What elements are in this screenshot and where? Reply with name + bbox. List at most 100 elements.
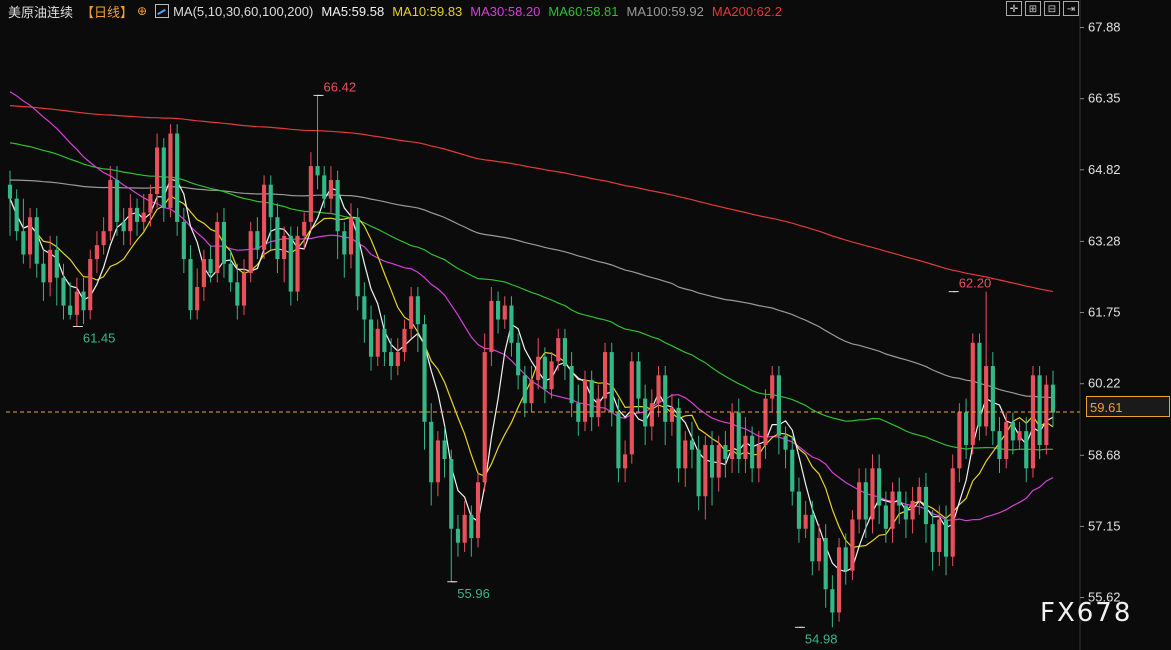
y-tick-label: 64.82 xyxy=(1088,162,1121,177)
ma100-value: MA100:59.92 xyxy=(626,3,704,19)
annotation-label: 66.42 xyxy=(324,79,357,94)
y-tick-label: 63.28 xyxy=(1088,233,1121,248)
candle-body xyxy=(34,217,39,264)
candle-body xyxy=(964,412,969,446)
candle-body xyxy=(362,296,367,320)
ma-params[interactable]: MA(5,10,30,60,100,200) xyxy=(173,4,313,19)
candle-body xyxy=(128,207,133,232)
candle-body xyxy=(663,375,668,422)
candle-body xyxy=(495,300,501,320)
candle-body xyxy=(636,361,641,399)
candle-body xyxy=(910,500,915,520)
candle-body xyxy=(970,342,975,446)
candle-body xyxy=(449,459,454,529)
candle-body xyxy=(27,217,33,255)
candle-body xyxy=(201,259,206,287)
candle-body xyxy=(950,468,955,557)
candle-body xyxy=(21,231,26,255)
candle-body xyxy=(215,221,220,274)
candle-body xyxy=(395,352,400,367)
candle-body xyxy=(750,435,755,469)
candle-body xyxy=(903,505,908,520)
candle-body xyxy=(261,184,267,250)
candle-body xyxy=(155,147,160,194)
scroll-end-icon[interactable]: ⇥ xyxy=(1063,1,1079,16)
candle-body xyxy=(763,398,768,446)
candle-body xyxy=(509,305,514,343)
crosshair-icon[interactable]: ✛ xyxy=(1006,1,1022,16)
candle-body xyxy=(188,259,193,311)
candle-body xyxy=(997,431,1002,460)
y-tick-label: 58.68 xyxy=(1088,447,1121,462)
ma200-value: MA200:62.2 xyxy=(711,3,782,19)
candle-body xyxy=(756,445,761,469)
zoom-in-icon[interactable]: ⊞ xyxy=(1025,1,1041,16)
annotation-label: 55.96 xyxy=(457,586,490,601)
candle-body xyxy=(241,273,247,306)
candle-body xyxy=(1037,375,1042,446)
candle-body xyxy=(342,231,347,255)
candle-body xyxy=(863,482,868,520)
period-label[interactable]: 【日线】 xyxy=(81,2,133,21)
ma10-value: MA10:59.83 xyxy=(392,3,463,19)
candle-body xyxy=(409,296,414,329)
candle-body xyxy=(890,491,895,529)
candle-body xyxy=(328,180,333,199)
candle-body xyxy=(54,249,59,278)
y-tick-label: 57.15 xyxy=(1088,518,1121,533)
candle-body xyxy=(141,212,146,222)
chart-toolbar: ✛ ⊞ ⊟ ⇥ xyxy=(1006,1,1079,16)
candle-body xyxy=(1017,431,1022,441)
candle-body xyxy=(68,305,73,315)
candle-body xyxy=(730,412,735,460)
candle-body xyxy=(288,235,293,292)
candle-body xyxy=(94,245,99,260)
candle-body xyxy=(315,166,320,176)
candle-body xyxy=(629,361,634,455)
candle-body xyxy=(48,249,53,283)
ma100-line xyxy=(9,179,1054,399)
candle-body xyxy=(482,352,487,483)
candle-body xyxy=(1050,384,1056,413)
candle-body xyxy=(689,440,695,450)
chart-legend: 美原油连续 【日线】 ⊕ MA(5,10,30,60,100,200) MA5:… xyxy=(8,2,790,20)
candle-body xyxy=(462,514,467,543)
symbol-name: 美原油连续 xyxy=(8,4,74,20)
ma-indicator-icon xyxy=(155,4,170,18)
candlestick-chart[interactable]: 67.88 66.35 64.82 63.28 61.75 60.22 58.68 57.15… xyxy=(0,0,1171,650)
candle-body xyxy=(235,282,240,306)
candle-body xyxy=(435,440,440,483)
ma200-line xyxy=(9,105,1054,293)
candle-body xyxy=(175,133,180,222)
candle-body xyxy=(843,547,848,571)
candle-body xyxy=(14,198,19,232)
candle-body xyxy=(348,217,354,255)
candle-body xyxy=(683,440,688,469)
zoom-out-icon[interactable]: ⊟ xyxy=(1044,1,1060,16)
candle-body xyxy=(883,505,888,529)
candle-body xyxy=(429,421,434,483)
candle-body xyxy=(322,175,327,199)
candle-body xyxy=(382,328,387,353)
candle-body xyxy=(582,379,588,422)
candle-body xyxy=(101,231,106,246)
candle-body xyxy=(723,445,728,460)
candle-body xyxy=(255,231,260,250)
candle-body xyxy=(1024,431,1029,469)
candle-body xyxy=(502,305,507,320)
y-tick-label: 60.22 xyxy=(1088,376,1121,391)
candle-body xyxy=(656,375,661,404)
candle-body xyxy=(181,221,186,260)
add-indicator-icon[interactable]: ⊕ xyxy=(137,4,147,18)
candle-body xyxy=(475,482,481,539)
candle-body xyxy=(108,180,113,232)
candle-body xyxy=(830,589,835,613)
candle-body xyxy=(529,379,534,404)
candle-body xyxy=(709,445,715,478)
candle-body xyxy=(736,412,741,460)
candle-body xyxy=(282,235,287,260)
candle-body xyxy=(623,454,628,469)
candle-body xyxy=(556,338,561,362)
candle-body xyxy=(743,435,748,460)
candle-body xyxy=(937,519,942,553)
